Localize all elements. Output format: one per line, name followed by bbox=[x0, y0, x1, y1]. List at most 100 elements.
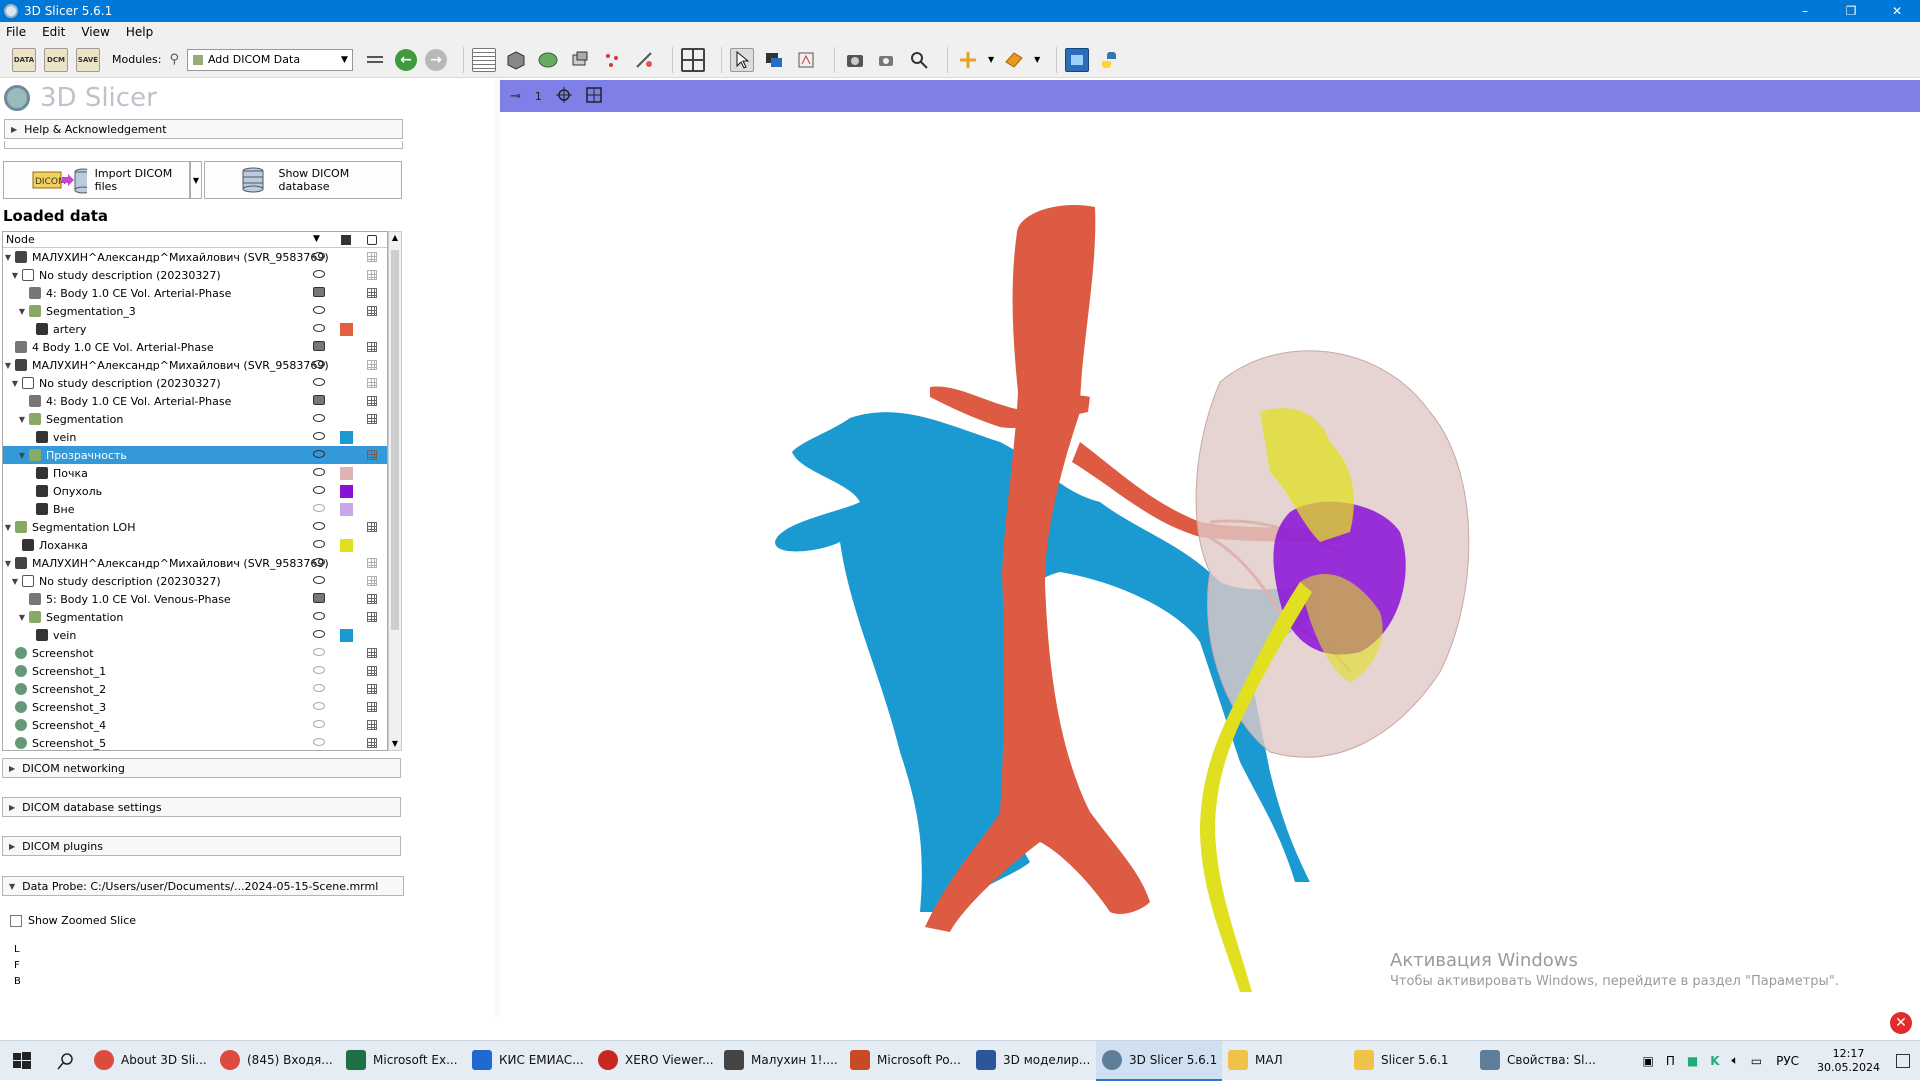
transform-grid-icon[interactable] bbox=[367, 342, 377, 352]
taskbar-item[interactable]: XERO Viewer... bbox=[592, 1041, 718, 1081]
visibility-eye-icon[interactable] bbox=[313, 270, 325, 278]
transform-grid-icon[interactable] bbox=[367, 576, 377, 586]
taskbar-item[interactable]: Малухин 1!.... bbox=[718, 1041, 844, 1081]
back-button[interactable]: ← bbox=[395, 49, 417, 71]
transforms-module-button[interactable] bbox=[568, 48, 592, 72]
data-probe-section[interactable]: ▼ Data Probe: C:/Users/user/Documents/..… bbox=[2, 876, 404, 896]
visibility-eye-icon[interactable] bbox=[313, 576, 325, 584]
tree-row[interactable]: Screenshot_1 bbox=[3, 662, 387, 680]
tree-row[interactable]: ▼No study description (20230327) bbox=[3, 572, 387, 590]
crosshair-pan-button[interactable] bbox=[794, 48, 818, 72]
visibility-eye-icon[interactable] bbox=[313, 504, 325, 512]
visibility-eye-icon[interactable] bbox=[313, 630, 325, 638]
transform-grid-icon[interactable] bbox=[367, 252, 377, 262]
tree-row[interactable]: ▼МАЛУХИН^Александр^Михайлович (SVR_95837… bbox=[3, 554, 387, 572]
segment-color-swatch[interactable] bbox=[340, 539, 353, 552]
transform-grid-icon[interactable] bbox=[367, 612, 377, 622]
tray-app-icon[interactable]: ▣ bbox=[1643, 1054, 1654, 1068]
transform-grid-icon[interactable] bbox=[367, 414, 377, 424]
import-dicom-button[interactable]: DICOM Import DICOM files bbox=[3, 161, 190, 199]
scroll-up-icon[interactable]: ▲ bbox=[389, 232, 401, 244]
visibility-column-icon[interactable]: ▼ bbox=[313, 234, 320, 244]
visibility-eye-icon[interactable] bbox=[313, 252, 325, 260]
taskbar-item[interactable]: Microsoft Ex... bbox=[340, 1041, 466, 1081]
visibility-eye-icon[interactable] bbox=[313, 720, 325, 728]
transform-grid-icon[interactable] bbox=[367, 720, 377, 730]
volumes-module-button[interactable] bbox=[504, 48, 528, 72]
visibility-eye-icon[interactable] bbox=[313, 738, 325, 746]
taskbar-item[interactable]: КИС ЕМИАС... bbox=[466, 1041, 592, 1081]
taskbar-item[interactable]: About 3D Sli... bbox=[88, 1041, 214, 1081]
tree-row[interactable]: ▼Segmentation LOH bbox=[3, 518, 387, 536]
visibility-eye-icon[interactable] bbox=[313, 360, 325, 368]
tree-row[interactable]: Screenshot_4 bbox=[3, 716, 387, 734]
visibility-eye-icon[interactable] bbox=[313, 450, 325, 458]
python-console-button[interactable] bbox=[1097, 48, 1121, 72]
minimize-button[interactable]: – bbox=[1782, 0, 1828, 22]
transform-grid-icon[interactable] bbox=[367, 288, 377, 298]
expand-toggle-icon[interactable]: ▼ bbox=[17, 415, 27, 424]
tree-row[interactable]: vein bbox=[3, 626, 387, 644]
transform-grid-icon[interactable] bbox=[367, 738, 377, 748]
dicom-networking-section[interactable]: ▶ DICOM networking bbox=[2, 758, 401, 778]
visibility-eye-icon[interactable] bbox=[313, 432, 325, 440]
models-module-button[interactable] bbox=[536, 48, 560, 72]
transform-grid-icon[interactable] bbox=[367, 684, 377, 694]
taskbar-item[interactable]: Slicer 5.6.1 bbox=[1348, 1041, 1474, 1081]
menu-edit[interactable]: Edit bbox=[42, 25, 65, 39]
place-fiducial-button[interactable] bbox=[956, 48, 980, 72]
tree-row[interactable]: ▼Segmentation bbox=[3, 410, 387, 428]
expand-toggle-icon[interactable]: ▼ bbox=[10, 271, 20, 280]
taskbar-item[interactable]: 3D моделир... bbox=[970, 1041, 1096, 1081]
taskbar-item[interactable]: Свойства: Sl... bbox=[1474, 1041, 1600, 1081]
tree-row[interactable]: 4: Body 1.0 CE Vol. Arterial-Phase bbox=[3, 392, 387, 410]
forward-button[interactable]: → bbox=[425, 49, 447, 71]
visibility-eye-icon[interactable] bbox=[313, 702, 325, 710]
language-indicator[interactable]: РУС bbox=[1776, 1054, 1799, 1068]
transform-grid-icon[interactable] bbox=[367, 648, 377, 658]
transform-grid-icon[interactable] bbox=[367, 378, 377, 388]
restore-button[interactable]: ❐ bbox=[1828, 0, 1874, 22]
visibility-eye-icon[interactable] bbox=[313, 486, 325, 494]
save-button[interactable]: SAVE bbox=[76, 48, 100, 72]
menu-help[interactable]: Help bbox=[126, 25, 153, 39]
taskbar-item[interactable]: 3D Slicer 5.6.1 bbox=[1096, 1041, 1222, 1081]
tree-row[interactable]: ▼МАЛУХИН^Александр^Михайлович (SVR_95837… bbox=[3, 356, 387, 374]
tree-header-node[interactable]: Node bbox=[6, 233, 35, 246]
tree-row[interactable]: 4: Body 1.0 CE Vol. Arterial-Phase bbox=[3, 284, 387, 302]
close-button[interactable]: ✕ bbox=[1874, 0, 1920, 22]
3d-render-view[interactable] bbox=[500, 112, 1920, 1017]
markups-module-button[interactable] bbox=[600, 48, 624, 72]
transform-grid-icon[interactable] bbox=[367, 360, 377, 370]
transform-grid-icon[interactable] bbox=[367, 522, 377, 532]
tree-row[interactable]: ▼No study description (20230327) bbox=[3, 266, 387, 284]
tree-row[interactable]: vein bbox=[3, 428, 387, 446]
pointer-mode-button[interactable] bbox=[730, 48, 754, 72]
visibility-eye-icon[interactable] bbox=[313, 468, 325, 476]
center-view-button[interactable] bbox=[556, 87, 572, 106]
segment-color-swatch[interactable] bbox=[340, 431, 353, 444]
segment-color-swatch[interactable] bbox=[340, 485, 353, 498]
extensions-button[interactable] bbox=[1065, 48, 1089, 72]
tree-row[interactable]: ▼Segmentation_3 bbox=[3, 302, 387, 320]
tree-row[interactable]: Опухоль bbox=[3, 482, 387, 500]
scroll-down-icon[interactable]: ▼ bbox=[389, 738, 401, 750]
transform-grid-icon[interactable] bbox=[367, 666, 377, 676]
expand-toggle-icon[interactable]: ▼ bbox=[3, 559, 13, 568]
help-section-header[interactable]: ▶ Help & Acknowledgement bbox=[4, 119, 403, 139]
dicom-plugins-section[interactable]: ▶ DICOM plugins bbox=[2, 836, 401, 856]
expand-toggle-icon[interactable]: ▼ bbox=[3, 253, 13, 262]
menu-file[interactable]: File bbox=[6, 25, 26, 39]
segment-color-swatch[interactable] bbox=[340, 323, 353, 336]
kaspersky-icon[interactable]: K bbox=[1710, 1054, 1719, 1068]
expand-toggle-icon[interactable]: ▼ bbox=[17, 451, 27, 460]
expand-toggle-icon[interactable]: ▼ bbox=[10, 577, 20, 586]
tree-row[interactable]: ▼No study description (20230327) bbox=[3, 374, 387, 392]
show-dicom-database-button[interactable]: Show DICOM database bbox=[204, 161, 402, 199]
menu-view[interactable]: View bbox=[81, 25, 109, 39]
visibility-eye-icon[interactable] bbox=[313, 666, 325, 674]
expand-toggle-icon[interactable]: ▼ bbox=[10, 379, 20, 388]
dicom-db-settings-section[interactable]: ▶ DICOM database settings bbox=[2, 797, 401, 817]
show-zoomed-slice-checkbox[interactable] bbox=[10, 915, 22, 927]
tree-row[interactable]: ▼Segmentation bbox=[3, 608, 387, 626]
